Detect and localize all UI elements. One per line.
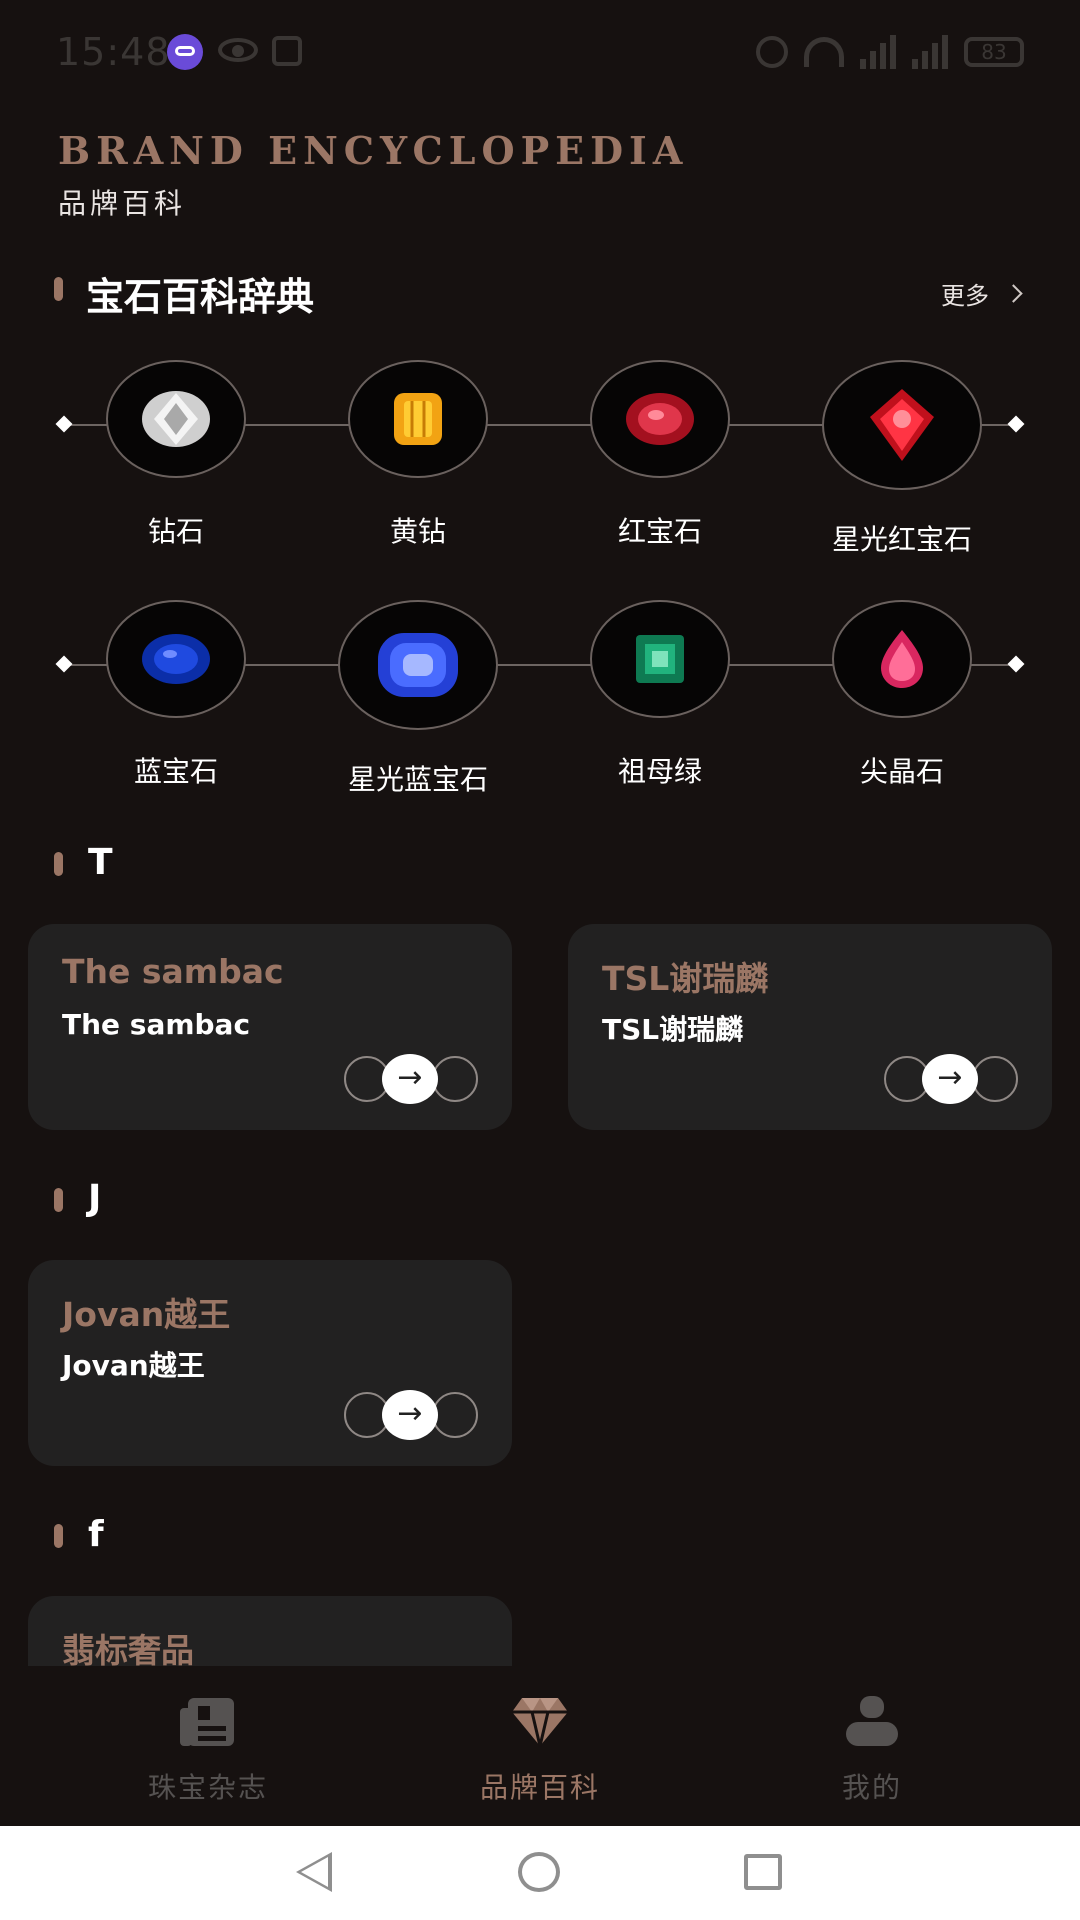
open-brand-button[interactable]: → (344, 1054, 478, 1104)
gem-label-spinel: 尖晶石 (859, 755, 944, 788)
gem-label-diamond: 钻石 (147, 515, 204, 548)
app-screen: 15:48 83 BRAND ENCYCLOPEDIA 品牌百科 宝石百科辞典 … (0, 0, 1080, 1920)
page-title-cn: 品牌百科 (58, 187, 187, 220)
user-icon (846, 1696, 898, 1746)
gem-label-star-sapphire: 星光蓝宝石 (347, 763, 488, 796)
section-marker (54, 852, 63, 876)
brand-name: Jovan越王 (62, 1295, 231, 1334)
open-brand-button[interactable]: → (344, 1390, 478, 1440)
arrow-ring (432, 1056, 478, 1102)
gem-item-diamond[interactable] (106, 360, 246, 478)
timeline-dot (1007, 415, 1025, 433)
brand-subtitle: TSL谢瑞麟 (602, 1013, 744, 1046)
ruby-icon (626, 393, 694, 445)
brand-subtitle: The sambac (62, 1008, 251, 1041)
yellow-diamond-icon (394, 393, 442, 445)
gem-item-emerald[interactable] (590, 600, 730, 718)
gem-item-ruby[interactable] (590, 360, 730, 478)
star-sapphire-icon (378, 633, 458, 697)
diamond-gem-icon (142, 391, 210, 447)
brand-card-the-sambac[interactable]: The sambac The sambac → (28, 924, 512, 1130)
signal-4g-icon (860, 35, 896, 69)
diamond-icon (512, 1698, 568, 1747)
gem-label-sapphire: 蓝宝石 (133, 755, 218, 788)
recent-apps-icon[interactable] (744, 1854, 782, 1890)
gem-section-title: 宝石百科辞典 (86, 275, 315, 319)
brand-card-feibiao[interactable]: 翡标奢品 (28, 1596, 512, 1670)
sapphire-icon (142, 634, 210, 684)
arrow-ring (972, 1056, 1018, 1102)
gem-label-ruby: 红宝石 (617, 515, 702, 548)
brand-card-tsl[interactable]: TSL谢瑞麟 TSL谢瑞麟 → (568, 924, 1052, 1130)
arrow-right-icon: → (922, 1054, 978, 1104)
section-marker (54, 1188, 63, 1212)
letter-heading-f: f (88, 1514, 104, 1555)
status-icons: 83 (756, 34, 1024, 70)
gem-item-star-ruby[interactable] (822, 360, 982, 490)
signal-icon (912, 35, 948, 69)
gem-item-spinel[interactable] (832, 600, 972, 718)
more-label: 更多 (941, 282, 989, 310)
nav-item-mine[interactable]: 我的 (692, 1666, 1052, 1826)
letter-heading-t: T (88, 842, 113, 883)
battery-icon: 83 (964, 37, 1024, 67)
brand-card-jovan[interactable]: Jovan越王 Jovan越王 → (28, 1260, 512, 1466)
nav-item-magazine[interactable]: 珠宝杂志 (28, 1666, 388, 1826)
gem-label-star-ruby: 星光红宝石 (831, 523, 972, 556)
brand-subtitle: Jovan越王 (62, 1349, 205, 1382)
spinel-icon (881, 630, 923, 688)
gem-item-star-sapphire[interactable] (338, 600, 498, 730)
alarm-icon (756, 36, 788, 68)
more-button[interactable]: 更多 (941, 276, 1023, 311)
timeline-dot (1007, 655, 1025, 673)
letter-heading-j: J (88, 1178, 102, 1219)
nav-label: 珠宝杂志 (147, 1771, 268, 1804)
status-bar: 15:48 83 (0, 0, 1080, 100)
page-title-en: BRAND ENCYCLOPEDIA (58, 128, 689, 173)
gem-item-sapphire[interactable] (106, 600, 246, 718)
nav-label: 品牌百科 (479, 1771, 600, 1804)
section-marker (54, 1524, 63, 1548)
wifi-icon (804, 37, 844, 67)
section-marker (54, 277, 63, 301)
open-brand-button[interactable]: → (884, 1054, 1018, 1104)
timeline-dot (55, 655, 73, 673)
arrow-right-icon: → (382, 1390, 438, 1440)
link-app-icon (167, 34, 203, 70)
star-ruby-icon (870, 389, 934, 461)
brand-name: TSL谢瑞麟 (602, 959, 769, 998)
eye-icon (218, 38, 258, 62)
timeline-dot (55, 415, 73, 433)
gem-item-yellow-diamond[interactable] (348, 360, 488, 478)
magazine-icon (180, 1698, 234, 1746)
nav-item-brand-encyclopedia[interactable]: 品牌百科 (360, 1666, 720, 1826)
system-nav-bar (0, 1826, 1080, 1920)
arrow-right-icon: → (382, 1054, 438, 1104)
brand-name: 翡标奢品 (62, 1631, 194, 1670)
home-icon[interactable] (518, 1852, 560, 1892)
arrow-ring (432, 1392, 478, 1438)
status-time: 15:48 (56, 30, 171, 74)
gem-label-emerald: 祖母绿 (617, 755, 702, 788)
chevron-right-icon (1004, 284, 1023, 303)
nav-label: 我的 (841, 1771, 902, 1804)
emerald-icon (636, 635, 684, 683)
nfc-icon (272, 36, 302, 66)
back-icon[interactable] (296, 1852, 332, 1892)
bottom-nav: 珠宝杂志 品牌百科 我的 (0, 1666, 1080, 1826)
gem-label-yellow-diamond: 黄钻 (389, 515, 446, 548)
brand-name: The sambac (62, 952, 284, 991)
